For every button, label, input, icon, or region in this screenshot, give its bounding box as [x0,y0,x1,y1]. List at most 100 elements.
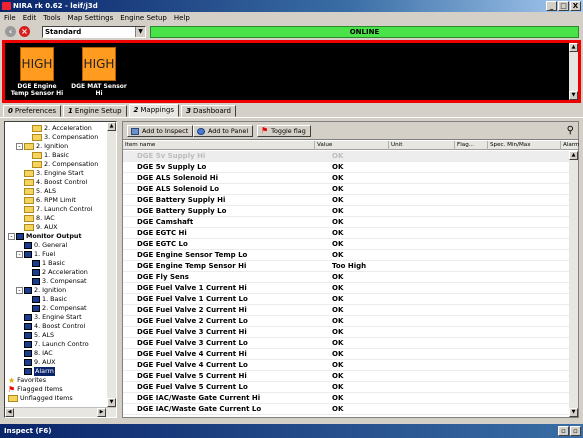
status-restore-button[interactable]: ▫ [558,426,569,436]
table-row[interactable]: DGE Battery Supply Hi OK [123,195,569,206]
alarm-tile[interactable]: HIGH DGE MAT Sensor Hi [71,47,127,97]
menu-edit[interactable]: Edit [23,14,37,22]
minimize-button[interactable]: _ [546,1,557,11]
table-row[interactable]: DGE Engine Sensor Temp Lo OK [123,250,569,261]
tree-item[interactable]: 3. Compensation [32,133,98,142]
column-header-value[interactable]: Value [315,141,389,150]
tree-item[interactable]: 9. AUX [24,358,56,367]
alarm-scrollbar[interactable]: ▲ ▼ [569,43,578,100]
table-row[interactable]: DGE Fuel Valve 3 Current Hi OK [123,327,569,338]
menu-tools[interactable]: Tools [43,14,60,22]
tree-item[interactable]: Unflagged Items [8,394,73,403]
table-row[interactable]: DGE Fuel Valve 2 Current Hi OK [123,305,569,316]
tree-item[interactable]: - 2. Ignition [16,142,68,151]
tree-item[interactable]: 4. Boost Control [24,178,87,187]
tree-horizontal-scrollbar[interactable]: ◀ ▶ [5,407,116,417]
scroll-up-icon[interactable]: ▲ [107,122,116,131]
tree-item[interactable]: 1. Basic [32,151,69,160]
tree-item[interactable]: 2. Compensat [32,304,87,313]
stop-icon[interactable]: × [19,26,30,37]
tree-item[interactable]: 7. Launch Contro [24,340,89,349]
tree-item[interactable]: ★ Favorites [8,376,46,385]
tree-item[interactable]: 2. Compensation [32,160,98,169]
table-row[interactable]: DGE 5v Supply Hi OK [123,151,569,162]
close-button[interactable]: X [570,1,581,11]
tree-item[interactable]: 8. IAC [24,214,55,223]
tree-item[interactable]: 4. Boost Control [24,322,85,331]
table-row[interactable]: DGE ALS Solenoid Lo OK [123,184,569,195]
tab-engine-setup[interactable]: 1 Engine Setup [63,105,127,117]
tab-dashboard[interactable]: 3 Dashboard [181,105,236,117]
chevron-down-icon[interactable]: ▼ [135,27,145,37]
table-row[interactable]: DGE EGTC Lo OK [123,239,569,250]
menu-engine-setup[interactable]: Engine Setup [120,14,167,22]
status-close-button[interactable]: ▫ [570,426,581,436]
tab-preferences[interactable]: 0 Preferences [3,105,62,117]
table-row[interactable]: DGE IAC/Waste Gate Current Lo OK [123,404,569,415]
tree-item[interactable]: 3. Compensat [32,277,87,286]
column-header-flag[interactable]: Flag... [455,141,488,150]
tree-item[interactable]: - 1. Fuel [16,250,55,259]
table-row[interactable]: DGE Fuel Valve 1 Current Lo OK [123,294,569,305]
tree-item[interactable]: 6. RPM Limit [24,196,76,205]
table-row[interactable]: DGE Battery Supply Lo OK [123,206,569,217]
table-row[interactable]: DGE Fly Sens OK [123,272,569,283]
tab-mappings[interactable]: 2 Mappings [128,104,180,117]
menu-map-settings[interactable]: Map Settings [68,14,114,22]
tree-item[interactable]: 7. Launch Control [24,205,92,214]
collapse-icon[interactable]: - [16,251,23,258]
table-row[interactable]: DGE Fuel Valve 2 Current Lo OK [123,316,569,327]
tree-item[interactable]: 3. Engine Start [24,169,84,178]
scroll-up-icon[interactable]: ▲ [569,43,578,52]
table-row[interactable]: DGE 5v Supply Lo OK [123,162,569,173]
column-header-item-name[interactable]: Item name [123,141,315,150]
tree-item[interactable]: 8. IAC [24,349,53,358]
tree-item[interactable]: 1. Basic [32,295,67,304]
tree-item[interactable]: 9. AUX [24,223,58,232]
table-row[interactable]: DGE ALS Solenoid Hi OK [123,173,569,184]
maximize-button[interactable]: □ [558,1,569,11]
column-header-spec[interactable]: Spec. Min/Max [488,141,561,150]
tree-item[interactable]: 5. ALS [24,187,56,196]
table-row[interactable]: DGE EGTC Hi OK [123,228,569,239]
table-row[interactable]: DGE Fuel Valve 4 Current Hi OK [123,349,569,360]
toggle-flag-button[interactable]: ⚑ Toggle flag [257,125,311,137]
collapse-icon[interactable]: - [16,287,23,294]
scroll-left-icon[interactable]: ◀ [5,408,14,417]
tree-item[interactable]: ⚑ Flagged Items [8,385,63,394]
collapse-icon[interactable]: - [16,143,23,150]
scroll-right-icon[interactable]: ▶ [97,408,106,417]
search-icon[interactable]: ⚲ [567,125,574,136]
menu-file[interactable]: File [4,14,16,22]
tree-item[interactable]: - 2. Ignition [16,286,66,295]
tree-item[interactable]: 2 Acceleration [32,268,88,277]
add-to-inspect-button[interactable]: Add to Inspect [127,125,194,137]
table-row[interactable]: DGE Engine Temp Sensor Hi Too High [123,261,569,272]
tree-item[interactable]: - Monitor Output [8,232,82,241]
profile-select[interactable]: Standard ▼ [42,26,146,38]
column-header-unit[interactable]: Unit [389,141,455,150]
table-row[interactable]: DGE Fuel Valve 4 Current Lo OK [123,360,569,371]
menu-help[interactable]: Help [174,14,190,22]
tree-item[interactable]: 3. Engine Start [24,313,82,322]
tree-item[interactable]: 0. General [24,241,67,250]
table-row[interactable]: DGE Fuel Valve 5 Current Lo OK [123,382,569,393]
tree-item[interactable]: 1 Basic [32,259,65,268]
add-to-panel-button[interactable]: Add to Panel [193,125,254,137]
tree-item[interactable]: 2. Acceleration [32,124,92,133]
table-row[interactable]: DGE IAC/Waste Gate Current Hi OK [123,393,569,404]
scroll-down-icon[interactable]: ▼ [569,408,578,417]
alarm-tile[interactable]: HIGH DGE Engine Temp Sensor Hi [9,47,65,97]
tree-scrollbar[interactable]: ▲ ▼ [107,122,116,407]
tree-item[interactable]: 5. ALS [24,331,54,340]
scroll-down-icon[interactable]: ▼ [107,398,116,407]
table-row[interactable]: DGE Fuel Valve 3 Current Lo OK [123,338,569,349]
table-row[interactable]: DGE Fuel Valve 1 Current Hi OK [123,283,569,294]
collapse-icon[interactable]: - [8,233,15,240]
scroll-up-icon[interactable]: ▲ [569,151,578,160]
back-icon[interactable]: ‹ [5,26,16,37]
table-row[interactable]: DGE Camshaft OK [123,217,569,228]
scroll-down-icon[interactable]: ▼ [569,91,578,100]
tree-item[interactable]: Alarm [24,367,55,376]
table-scrollbar[interactable]: ▲ ▼ [569,151,578,417]
